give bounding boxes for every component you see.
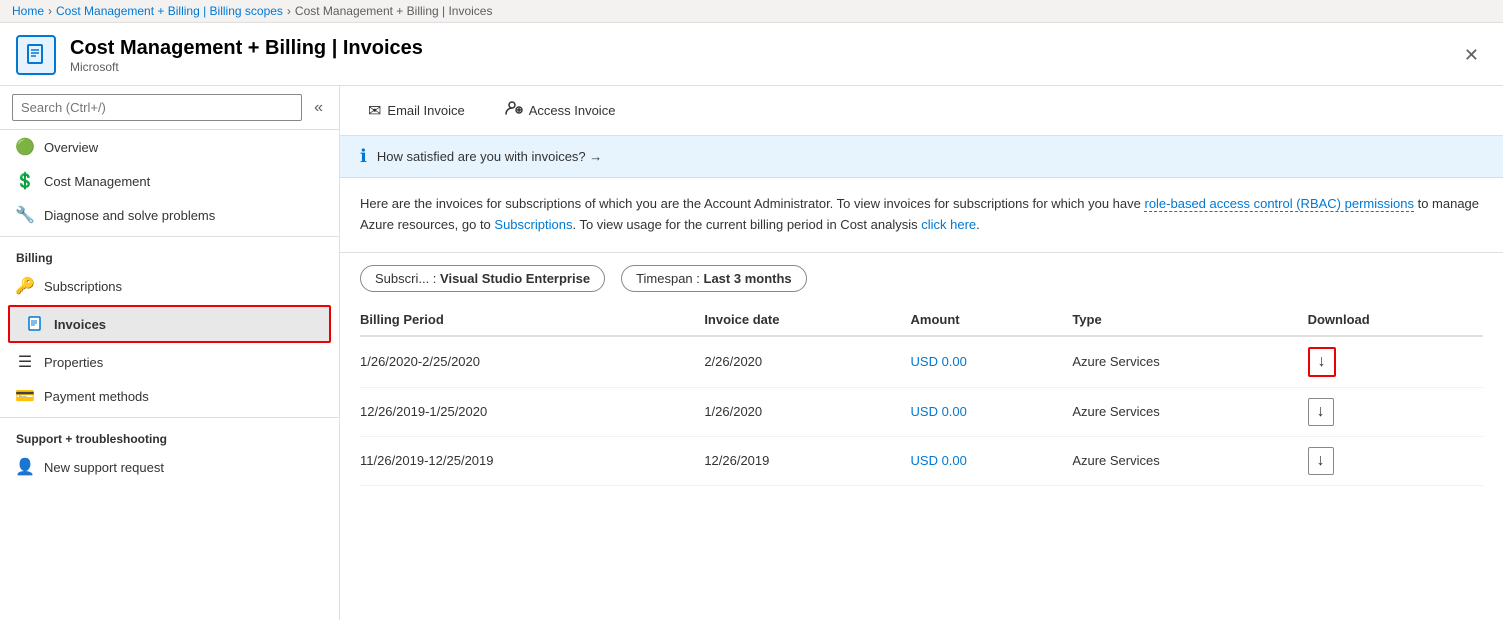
- invoices-table: Billing Period Invoice date Amount Type …: [360, 304, 1483, 486]
- col-invoice-date: Invoice date: [704, 304, 910, 336]
- billing-section-label: Billing: [0, 241, 339, 269]
- page-title: Cost Management + Billing | Invoices: [70, 37, 423, 60]
- new-support-icon: 👤: [16, 458, 34, 476]
- sidebar-item-diagnose[interactable]: 🔧 Diagnose and solve problems: [0, 198, 339, 232]
- filters: Subscri... : Visual Studio Enterprise Ti…: [340, 253, 1503, 304]
- cell-download: ↓: [1308, 387, 1483, 436]
- cell-amount[interactable]: USD 0.00: [911, 436, 1073, 485]
- cell-billing-period: 11/26/2019-12/25/2019: [360, 436, 704, 485]
- sidebar-item-cost-management[interactable]: 💲 Cost Management: [0, 164, 339, 198]
- page-subtitle: Microsoft: [70, 60, 423, 74]
- overview-icon: 🟢: [16, 138, 34, 156]
- sidebar-item-properties[interactable]: ☰ Properties: [0, 345, 339, 379]
- collapse-sidebar-button[interactable]: «: [310, 95, 327, 121]
- description: Here are the invoices for subscriptions …: [340, 178, 1503, 253]
- close-button[interactable]: ✕: [1456, 41, 1487, 70]
- cell-download: ↓: [1308, 336, 1483, 388]
- timespan-filter-value: Last 3 months: [704, 271, 792, 286]
- sidebar-item-payment-methods[interactable]: 💳 Payment methods: [0, 379, 339, 413]
- sidebar-label-invoices: Invoices: [54, 317, 106, 332]
- main-layout: « 🟢 Overview 💲 Cost Management 🔧 Diagnos…: [0, 86, 1503, 620]
- support-section-label: Support + troubleshooting: [0, 422, 339, 450]
- sidebar-label-diagnose: Diagnose and solve problems: [44, 208, 215, 223]
- description-text4: .: [976, 217, 980, 232]
- col-billing-period: Billing Period: [360, 304, 704, 336]
- title-bar: Cost Management + Billing | Invoices Mic…: [0, 23, 1503, 86]
- payment-methods-icon: 💳: [16, 387, 34, 405]
- cell-type: Azure Services: [1072, 387, 1307, 436]
- sidebar-label-overview: Overview: [44, 140, 98, 155]
- sidebar-label-cost-management: Cost Management: [44, 174, 150, 189]
- sidebar-item-invoices[interactable]: Invoices: [8, 305, 331, 343]
- download-button[interactable]: ↓: [1308, 347, 1336, 377]
- table-row: 1/26/2020-2/25/20202/26/2020USD 0.00Azur…: [360, 336, 1483, 388]
- cell-invoice-date: 1/26/2020: [704, 387, 910, 436]
- diagnose-icon: 🔧: [16, 206, 34, 224]
- col-amount: Amount: [911, 304, 1073, 336]
- description-text1: Here are the invoices for subscriptions …: [360, 196, 1144, 211]
- page-icon: [16, 35, 56, 75]
- breadcrumb-current: Cost Management + Billing | Invoices: [295, 4, 493, 18]
- cell-type: Azure Services: [1072, 336, 1307, 388]
- col-type: Type: [1072, 304, 1307, 336]
- subscription-filter-value: Visual Studio Enterprise: [440, 271, 590, 286]
- subscription-filter-label: Subscri...: [375, 271, 429, 286]
- subscription-filter[interactable]: Subscri... : Visual Studio Enterprise: [360, 265, 605, 292]
- cell-billing-period: 1/26/2020-2/25/2020: [360, 336, 704, 388]
- table-row: 11/26/2019-12/25/201912/26/2019USD 0.00A…: [360, 436, 1483, 485]
- content-area: ✉ Email Invoice Access Invoice ℹ: [340, 86, 1503, 620]
- timespan-filter[interactable]: Timespan : Last 3 months: [621, 265, 807, 292]
- sidebar-item-overview[interactable]: 🟢 Overview: [0, 130, 339, 164]
- sidebar-label-payment-methods: Payment methods: [44, 389, 149, 404]
- download-button[interactable]: ↓: [1308, 398, 1334, 426]
- info-icon: ℹ: [360, 146, 367, 167]
- cell-type: Azure Services: [1072, 436, 1307, 485]
- email-invoice-button[interactable]: ✉ Email Invoice: [360, 97, 473, 125]
- email-icon: ✉: [368, 101, 381, 121]
- cell-invoice-date: 2/26/2020: [704, 336, 910, 388]
- sidebar-label-subscriptions: Subscriptions: [44, 279, 122, 294]
- breadcrumb-home[interactable]: Home: [12, 4, 44, 18]
- cell-download: ↓: [1308, 436, 1483, 485]
- cost-management-icon: 💲: [16, 172, 34, 190]
- access-invoice-label: Access Invoice: [529, 103, 616, 118]
- cell-amount[interactable]: USD 0.00: [911, 387, 1073, 436]
- download-button[interactable]: ↓: [1308, 447, 1334, 475]
- sidebar-item-subscriptions[interactable]: 🔑 Subscriptions: [0, 269, 339, 303]
- search-bar: «: [0, 86, 339, 130]
- cell-invoice-date: 12/26/2019: [704, 436, 910, 485]
- description-text3: . To view usage for the current billing …: [572, 217, 921, 232]
- sidebar-label-new-support: New support request: [44, 460, 164, 475]
- info-banner: ℹ How satisfied are you with invoices? →: [340, 136, 1503, 178]
- access-invoice-button[interactable]: Access Invoice: [497, 96, 624, 125]
- click-here-link[interactable]: click here: [921, 217, 976, 232]
- rbac-link[interactable]: role-based access control (RBAC) permiss…: [1144, 196, 1413, 212]
- properties-icon: ☰: [16, 353, 34, 371]
- table-row: 12/26/2019-1/25/20201/26/2020USD 0.00Azu…: [360, 387, 1483, 436]
- invoices-table-container: Billing Period Invoice date Amount Type …: [340, 304, 1503, 506]
- cell-billing-period: 12/26/2019-1/25/2020: [360, 387, 704, 436]
- cell-amount[interactable]: USD 0.00: [911, 336, 1073, 388]
- sidebar: « 🟢 Overview 💲 Cost Management 🔧 Diagnos…: [0, 86, 340, 620]
- person-icon: [505, 100, 523, 121]
- subscriptions-link[interactable]: Subscriptions: [494, 217, 572, 232]
- toolbar: ✉ Email Invoice Access Invoice: [340, 86, 1503, 136]
- sidebar-label-properties: Properties: [44, 355, 103, 370]
- invoices-icon: [26, 315, 44, 333]
- sidebar-item-new-support[interactable]: 👤 New support request: [0, 450, 339, 484]
- breadcrumb-billing[interactable]: Cost Management + Billing | Billing scop…: [56, 4, 283, 18]
- search-input[interactable]: [12, 94, 302, 121]
- breadcrumb: Home › Cost Management + Billing | Billi…: [0, 0, 1503, 23]
- col-download: Download: [1308, 304, 1483, 336]
- info-text: How satisfied are you with invoices? →: [377, 149, 602, 164]
- timespan-filter-label: Timespan: [636, 271, 693, 286]
- email-invoice-label: Email Invoice: [387, 103, 464, 118]
- subscriptions-icon: 🔑: [16, 277, 34, 295]
